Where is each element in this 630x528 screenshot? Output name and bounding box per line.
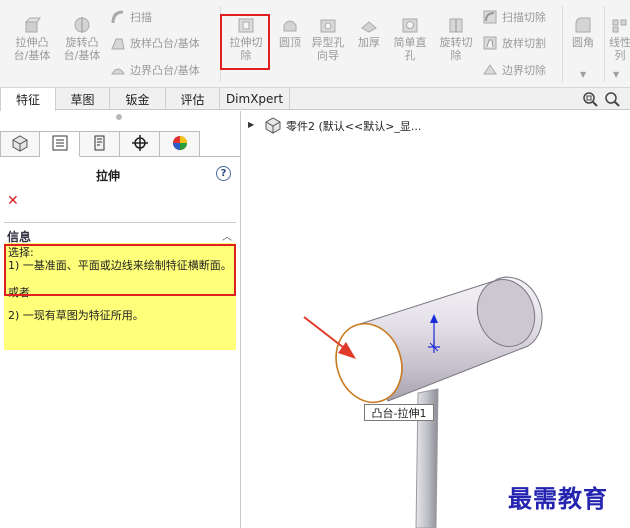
revolve-boss-label: 旋转凸 台/基体 — [63, 36, 101, 62]
loft-cut-icon — [482, 35, 498, 51]
loft-boss-label: 放样凸台/基体 — [130, 37, 200, 50]
feature-callout[interactable]: 凸台-拉伸1 — [364, 404, 434, 421]
dome-label: 圆顶 — [279, 36, 301, 49]
ribbon-separator — [604, 6, 605, 82]
collapse-icon[interactable]: ︿ — [222, 228, 232, 243]
sweep-icon — [110, 9, 126, 25]
simple-hole-button[interactable]: 简单直 孔 — [388, 16, 432, 62]
dome-icon — [281, 16, 299, 34]
extrude-cut-highlight — [220, 14, 270, 70]
sweep-cut-label: 扫描切除 — [502, 11, 546, 24]
linear-pattern-button[interactable]: 线性 列 — [608, 16, 630, 62]
fillet-label: 圆角 — [572, 36, 594, 49]
view-toolbar — [582, 91, 620, 110]
model-viewport — [303, 276, 543, 528]
zoom-area-icon[interactable] — [604, 91, 620, 110]
hole-wizard-button[interactable]: 异型孔 向导 — [308, 16, 348, 62]
linear-pattern-icon — [611, 16, 629, 34]
tab-evaluate[interactable]: 评估 — [166, 88, 220, 110]
simple-hole-icon — [401, 16, 419, 34]
message-option-2: 2) 一现有草图为特征所用。 — [8, 309, 144, 322]
property-list-icon — [51, 134, 69, 155]
tab-sheet-metal[interactable]: 钣金 — [110, 88, 166, 110]
dome-button[interactable]: 圆顶 — [274, 16, 306, 49]
configuration-manager-tab[interactable] — [80, 131, 120, 157]
crosshair-icon — [131, 134, 149, 155]
manager-tabs — [0, 131, 200, 157]
panel-grip[interactable] — [116, 114, 122, 120]
hole-wizard-label: 异型孔 向导 — [311, 36, 345, 62]
boundary-cut-button[interactable]: 边界切除 — [482, 62, 546, 78]
thicken-button[interactable]: 加厚 — [352, 16, 386, 49]
fillet-icon — [574, 16, 592, 34]
fillet-button[interactable]: 圆角 — [566, 16, 600, 49]
cancel-button[interactable]: ✕ — [7, 193, 19, 209]
thicken-icon — [360, 16, 378, 34]
revolve-cut-icon — [447, 16, 465, 34]
sweep-label: 扫描 — [130, 11, 152, 24]
revolve-cut-label: 旋转切 除 — [439, 36, 473, 62]
sweep-cut-button[interactable]: 扫描切除 — [482, 9, 546, 25]
display-manager-tab[interactable] — [160, 131, 200, 157]
feature-tree-icon — [11, 134, 29, 155]
loft-boss-button[interactable]: 放样凸台/基体 — [110, 35, 200, 51]
configuration-icon — [91, 134, 109, 155]
sweep-button[interactable]: 扫描 — [110, 9, 152, 25]
loft-cut-button[interactable]: 放样切割 — [482, 35, 546, 51]
watermark-text: 最需教育 — [508, 484, 608, 513]
boundary-boss-label: 边界凸台/基体 — [130, 64, 200, 77]
linear-pattern-dropdown-icon[interactable]: ▼ — [613, 70, 619, 79]
thicken-label: 加厚 — [358, 36, 380, 49]
sweep-cut-icon — [482, 9, 498, 25]
command-manager-tabs: 特征 草图 钣金 评估 DimXpert — [0, 88, 630, 111]
revolve-boss-button[interactable]: 旋转凸 台/基体 — [58, 16, 106, 62]
loft-cut-label: 放样切割 — [502, 37, 546, 50]
fillet-dropdown-icon[interactable]: ▼ — [580, 70, 586, 79]
feature-manager-tab[interactable] — [0, 131, 40, 157]
message-highlight — [4, 244, 236, 296]
tab-sketch[interactable]: 草图 — [56, 88, 110, 110]
appearance-ball-icon — [171, 134, 189, 155]
boundary-cut-label: 边界切除 — [502, 64, 546, 77]
property-manager-tab[interactable] — [40, 131, 80, 157]
property-manager-panel: 拉伸 ? ✕ 信息 ︿ 选择: 1) 一基准面、平面或边线来绘制特征横断面。 或… — [0, 111, 241, 528]
boundary-cut-icon — [482, 62, 498, 78]
loft-boss-icon — [110, 35, 126, 51]
boundary-boss-icon — [110, 62, 126, 78]
revolve-cut-button[interactable]: 旋转切 除 — [434, 16, 478, 62]
feature-title: 拉伸 — [95, 169, 120, 183]
zoom-to-fit-icon[interactable] — [582, 91, 598, 110]
graphics-area[interactable]: ▶ 零件2 (默认<<默认>_显... 凸台-拉伸1 最需教育 — [242, 92, 630, 528]
boundary-boss-button[interactable]: 边界凸台/基体 — [110, 62, 200, 78]
dimxpert-manager-tab[interactable] — [120, 131, 160, 157]
extrude-boss-button[interactable]: 拉伸凸 台/基体 — [8, 16, 56, 62]
hole-wizard-icon — [319, 16, 337, 34]
ribbon-separator — [562, 6, 563, 82]
revolve-boss-icon — [73, 16, 91, 34]
extrude-boss-icon — [23, 16, 41, 34]
tab-dimxpert[interactable]: DimXpert — [220, 88, 290, 110]
section-divider — [4, 222, 236, 223]
linear-pattern-label: 线性 列 — [609, 36, 630, 62]
tab-features[interactable]: 特征 — [0, 88, 56, 111]
help-icon[interactable]: ? — [216, 166, 231, 181]
extrude-boss-label: 拉伸凸 台/基体 — [13, 36, 51, 62]
feature-ribbon: 拉伸凸 台/基体 旋转凸 台/基体 扫描 放样凸台/基体 边界凸台/基体 拉伸切… — [0, 0, 630, 88]
simple-hole-label: 简单直 孔 — [393, 36, 427, 62]
